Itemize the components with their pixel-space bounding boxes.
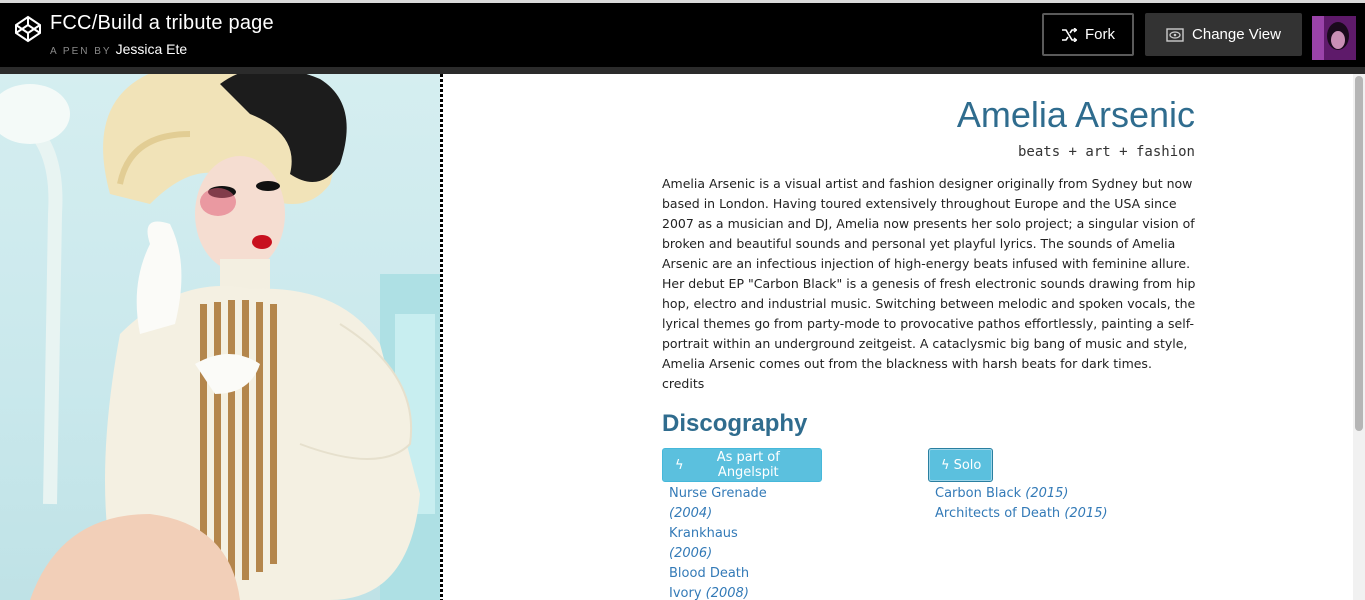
portrait-illustration [0, 74, 441, 600]
solo-button[interactable]: ϟ Solo [928, 448, 993, 482]
pen-byline: A PEN BY Jessica Ete [50, 41, 187, 57]
eye-icon [1166, 27, 1184, 42]
a-pen-by-label: A PEN BY [50, 46, 112, 57]
pen-title[interactable]: FCC/Build a tribute page [50, 12, 274, 35]
album-link[interactable]: Ivory (2008) [669, 584, 809, 600]
artist-tagline: beats + art + fashion [1017, 144, 1195, 160]
fork-icon [1062, 27, 1077, 42]
change-view-label: Change View [1192, 26, 1281, 43]
bolt-icon: ϟ [675, 457, 684, 473]
artist-bio: Amelia Arsenic is a visual artist and fa… [662, 174, 1202, 394]
angelspit-album-list: Nurse Grenade (2004) Krankhaus (2006) Bloo… [669, 484, 809, 600]
avatar-image [1312, 16, 1356, 60]
tribute-photo [0, 74, 441, 600]
angelspit-button[interactable]: ϟ As part of Angelspit [662, 448, 822, 482]
user-avatar[interactable] [1312, 16, 1356, 60]
bolt-icon: ϟ [941, 457, 950, 473]
discography-heading: Discography [662, 410, 808, 437]
album-link[interactable]: Carbon Black (2015) [935, 484, 1195, 504]
pen-header: FCC/Build a tribute page A PEN BY Jessica… [0, 0, 1365, 70]
album-link[interactable]: Blood Death [669, 564, 809, 584]
angelspit-button-label: As part of Angelspit [716, 450, 780, 480]
fork-button[interactable]: Fork [1042, 13, 1134, 56]
scrollbar-thumb[interactable] [1355, 76, 1363, 431]
tribute-content: Amelia Arsenic beats + art + fashion Ame… [443, 74, 1353, 600]
author-link[interactable]: Jessica Ete [116, 41, 188, 57]
vertical-scrollbar[interactable] [1353, 74, 1365, 600]
album-link[interactable]: Nurse Grenade (2004) [669, 484, 809, 524]
solo-button-label: Solo [953, 457, 982, 473]
change-view-button[interactable]: Change View [1145, 13, 1302, 56]
fork-label: Fork [1085, 26, 1115, 43]
album-link[interactable]: Architects of Death (2015) [935, 504, 1195, 524]
credits-link[interactable]: credits [662, 376, 704, 391]
header-shadow [0, 67, 1365, 74]
album-link[interactable]: Krankhaus (2006) [669, 524, 809, 564]
solo-album-list: Carbon Black (2015) Architects of Death … [935, 484, 1195, 524]
artist-name: Amelia Arsenic [956, 94, 1195, 135]
bio-text: Amelia Arsenic is a visual artist and fa… [662, 176, 1196, 371]
codepen-logo-icon[interactable] [14, 15, 42, 43]
